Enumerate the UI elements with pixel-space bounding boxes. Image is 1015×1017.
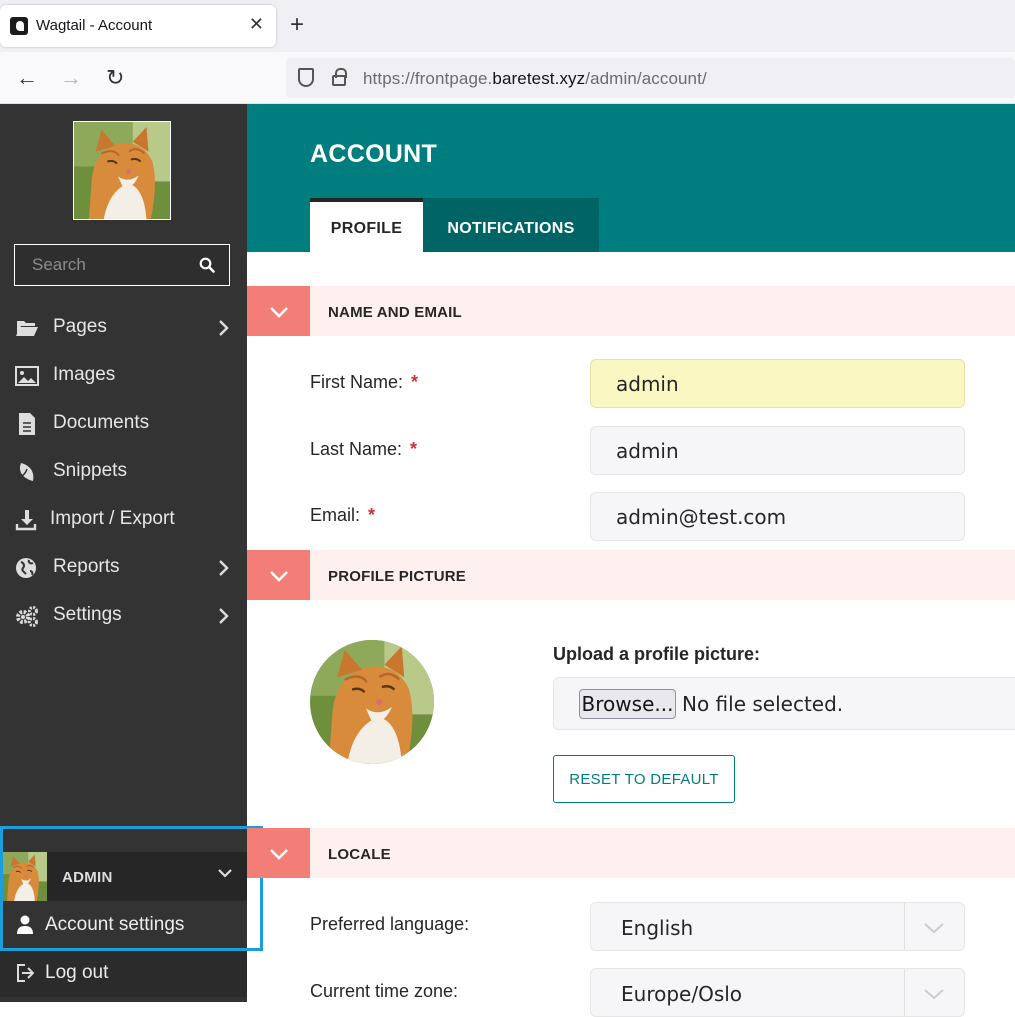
sidebar-item-settings[interactable]: Settings (0, 592, 247, 640)
section-collapse-toggle[interactable] (247, 550, 310, 600)
section-title: LOCALE (328, 846, 391, 863)
chevron-down-icon (924, 989, 944, 1000)
globe-icon (16, 558, 36, 578)
sidebar-item-snippets[interactable]: Snippets (0, 448, 247, 496)
profile-picture (310, 640, 434, 764)
close-tab-icon[interactable]: ✕ (249, 14, 264, 35)
sidebar-item-label: Documents (53, 412, 150, 433)
section-profile-picture: PROFILE PICTURE (247, 550, 1015, 600)
sidebar-search (14, 244, 230, 286)
last-name-label: Last Name: * (310, 439, 418, 459)
logout-link[interactable]: Log out (0, 949, 247, 997)
first-name-field[interactable] (590, 359, 965, 408)
site-avatar[interactable] (73, 121, 171, 220)
image-icon (15, 366, 39, 386)
chevron-right-icon (219, 320, 229, 336)
shield-icon[interactable] (298, 68, 314, 87)
logout-icon (17, 964, 34, 982)
account-settings-link[interactable]: Account settings (0, 901, 247, 949)
sidebar-item-reports[interactable]: Reports (0, 544, 247, 592)
logout-label: Log out (45, 962, 109, 983)
preferred-language-select[interactable]: English (590, 902, 965, 951)
chevron-down-icon (270, 571, 288, 582)
upload-label: Upload a profile picture: (553, 644, 761, 664)
forward-arrow-icon[interactable]: → (60, 65, 82, 91)
section-title: PROFILE PICTURE (328, 568, 467, 585)
sidebar: Pages Images Documents Snippets Import /… (0, 104, 247, 1002)
sidebar-item-label: Images (53, 364, 116, 385)
email-label: Email: * (310, 505, 376, 525)
last-name-field[interactable] (590, 426, 965, 475)
chevron-right-icon (219, 560, 229, 576)
new-tab-icon[interactable]: + (290, 12, 304, 38)
section-collapse-toggle[interactable] (247, 286, 310, 336)
section-title: NAME AND EMAIL (328, 304, 462, 321)
chevron-down-icon (270, 307, 288, 318)
selected-value: English (621, 916, 694, 940)
file-upload-field: Browse... No file selected. (553, 677, 1015, 730)
download-icon (15, 510, 37, 531)
document-icon (19, 413, 35, 435)
preferred-language-label: Preferred language: (310, 914, 470, 934)
page-header: ACCOUNT PROFILE NOTIFICATIONS (247, 104, 1015, 252)
required-marker: * (368, 505, 376, 525)
address-bar[interactable]: https://frontpage.baretest.xyz/admin/acc… (286, 58, 1015, 98)
section-locale: LOCALE (247, 828, 1015, 878)
sidebar-item-label: Pages (53, 316, 107, 337)
tab-label: PROFILE (330, 220, 403, 237)
sidebar-item-pages[interactable]: Pages (0, 304, 247, 352)
browse-button[interactable]: Browse... (579, 689, 676, 719)
tab-profile[interactable]: PROFILE (310, 198, 423, 252)
sidebar-item-label: Reports (53, 556, 120, 577)
chevron-down-icon (924, 923, 944, 934)
sidebar-item-label: Snippets (53, 460, 127, 481)
chevron-down-icon (218, 869, 232, 878)
time-zone-select[interactable]: Europe/Oslo (590, 968, 965, 1017)
sidebar-item-import-export[interactable]: Import / Export (0, 496, 247, 544)
email-field[interactable] (590, 492, 965, 541)
avatar (0, 852, 47, 901)
snippet-icon (16, 463, 34, 481)
lock-icon[interactable] (332, 68, 347, 86)
tab-notifications[interactable]: NOTIFICATIONS (423, 198, 599, 252)
required-marker: * (411, 372, 419, 392)
section-name-email: NAME AND EMAIL (247, 286, 1015, 336)
user-name: ADMIN (62, 869, 113, 886)
wagtail-favicon-icon (10, 17, 28, 35)
browser-toolbar: ← → ↻ https://frontpage.baretest.xyz/adm… (0, 52, 1015, 104)
browser-tab-strip: Wagtail - Account ✕ + (0, 0, 1015, 52)
url-text[interactable]: https://frontpage.baretest.xyz/admin/acc… (363, 69, 707, 89)
folder-open-icon (16, 321, 38, 336)
account-settings-label: Account settings (45, 914, 185, 935)
reset-to-default-button[interactable]: RESET TO DEFAULT (553, 755, 735, 803)
tab-title: Wagtail - Account (36, 17, 153, 34)
selected-value: Europe/Oslo (621, 982, 743, 1006)
time-zone-label: Current time zone: (310, 981, 459, 1001)
sidebar-item-documents[interactable]: Documents (0, 400, 247, 448)
sidebar-item-label: Import / Export (50, 508, 175, 529)
file-status: No file selected. (682, 692, 844, 716)
sidebar-item-label: Settings (53, 604, 122, 625)
back-arrow-icon[interactable]: ← (16, 65, 38, 91)
search-icon[interactable] (199, 257, 215, 273)
reload-icon[interactable]: ↻ (106, 65, 124, 91)
search-input[interactable] (15, 245, 195, 285)
user-menu-toggle[interactable]: ADMIN (0, 852, 247, 901)
chevron-right-icon (219, 608, 229, 624)
first-name-label: First Name: * (310, 372, 419, 392)
page-title: ACCOUNT (310, 140, 438, 168)
user-icon (17, 915, 33, 934)
select-arrow[interactable] (904, 903, 964, 950)
section-collapse-toggle[interactable] (247, 828, 310, 878)
tab-label: NOTIFICATIONS (447, 220, 575, 237)
browser-tab[interactable]: Wagtail - Account ✕ (0, 5, 276, 47)
sidebar-item-images[interactable]: Images (0, 352, 247, 400)
required-marker: * (410, 439, 418, 459)
cogs-icon (16, 606, 38, 627)
chevron-down-icon (270, 849, 288, 860)
